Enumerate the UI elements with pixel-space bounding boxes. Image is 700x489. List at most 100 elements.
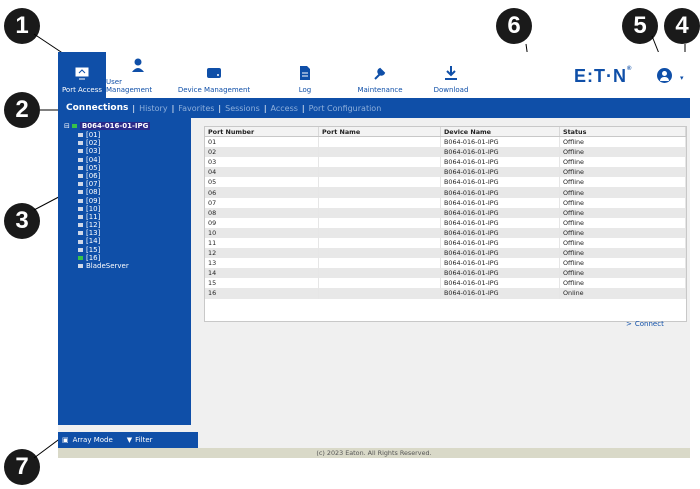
port-icon [78,239,83,244]
cell-port-number: 12 [205,248,319,259]
tree-port-item[interactable]: [07] [78,180,129,188]
cell-device-name: B064-016-01-IPG [440,136,560,148]
tree-port-item[interactable]: [05] [78,164,129,172]
sidebar-vertical-scrollbar[interactable] [191,118,198,426]
tab-port-configuration[interactable]: Port Configuration [309,104,382,113]
logo-reg: ® [627,66,633,72]
table-row[interactable]: 02 B064-016-01-IPG Offline [205,147,686,158]
tree-port-item[interactable]: [16] [78,254,129,262]
cell-status: Offline [559,187,686,198]
nav-label: Device Management [177,86,251,94]
table-row[interactable]: 06 B064-016-01-IPG Offline [205,187,686,198]
user-account-icon[interactable] [657,68,672,83]
header-device-name[interactable]: Device Name [440,127,560,137]
port-icon [78,214,83,219]
tree-port-item[interactable]: [03] [78,147,129,155]
table-row[interactable]: 03 B064-016-01-IPG Offline [205,157,686,168]
tree-port-label: [16] [86,253,101,262]
nav-log[interactable]: Log [280,52,330,98]
table-row[interactable]: 01 B064-016-01-IPG Offline [205,136,686,148]
cell-status: Offline [559,157,686,168]
tree-port-item[interactable]: [09] [78,197,129,205]
tree-port-label: [07] [86,180,101,189]
nav-port-access[interactable]: Port Access [58,52,106,98]
nav-label: User Management [106,78,153,94]
tree-port-item[interactable]: [06] [78,172,129,180]
tree-port-item[interactable]: [04] [78,156,129,164]
cell-port-name [318,258,441,269]
array-mode-button[interactable]: ▣ Array Mode [62,436,113,444]
cell-port-number: 13 [205,258,319,269]
cell-port-name [318,227,441,238]
port-icon [78,223,83,228]
collapse-icon[interactable]: ⊟ [64,122,70,130]
tab-separator: | [171,103,175,113]
table-row[interactable]: 11 B064-016-01-IPG Offline [205,237,686,249]
sidebar-horizontal-scrollbar[interactable] [58,425,198,432]
table-row[interactable]: 15 B064-016-01-IPG Offline [205,278,686,289]
tree-port-label: [04] [86,155,101,164]
chevron-down-icon[interactable]: ▾ [680,74,684,82]
port-icon [78,157,83,162]
tree-port-label: [02] [86,139,101,148]
header-port-name[interactable]: Port Name [318,127,441,137]
log-icon [300,66,310,80]
connect-button[interactable]: > Connect [626,320,664,328]
table-row[interactable]: 13 B064-016-01-IPG Offline [205,258,686,269]
nav-label: Maintenance [357,86,403,94]
tab-connections[interactable]: Connections [66,103,128,113]
tree-port-item[interactable]: [10] [78,205,129,213]
tab-history[interactable]: History [139,104,167,113]
tab-sessions[interactable]: Sessions [225,104,260,113]
nav-maintenance[interactable]: Maintenance [348,52,412,98]
connect-icon: > [626,320,632,328]
header-port-number[interactable]: Port Number [205,127,319,137]
port-access-icon [74,66,90,80]
table-row[interactable]: 09 B064-016-01-IPG Offline [205,217,686,228]
table-row[interactable]: 08 B064-016-01-IPG Offline [205,207,686,218]
device-icon [207,68,221,78]
header-status[interactable]: Status [559,127,686,137]
tree-port-item[interactable]: [02] [78,139,129,147]
table-row[interactable]: 05 B064-016-01-IPG Offline [205,177,686,188]
filter-button[interactable]: ▼ Filter [127,436,153,444]
cell-device-name: B064-016-01-IPG [440,288,560,299]
tree-root-label[interactable]: B064-016-01-IPG [79,122,151,130]
table-header-row: Port Number Port Name Device Name Status [205,127,686,137]
tree-blade-server-item[interactable]: BladeServer [78,262,129,270]
cell-port-number: 14 [205,268,319,279]
cell-device-name: B064-016-01-IPG [440,177,560,188]
cell-status: Offline [559,177,686,188]
cell-port-number: 02 [205,147,319,158]
table-row[interactable]: 14 B064-016-01-IPG Offline [205,268,686,279]
tree-port-item[interactable]: [01] [78,131,129,139]
port-icon [78,247,83,252]
cell-port-number: 11 [205,237,319,249]
table-row[interactable]: 16 B064-016-01-IPG Online [205,288,686,299]
nav-device-management[interactable]: Device Management [170,52,258,98]
table-row[interactable]: 12 B064-016-01-IPG Offline [205,248,686,259]
cell-device-name: B064-016-01-IPG [440,278,560,289]
tree-port-item[interactable]: [15] [78,246,129,254]
cell-port-number: 05 [205,177,319,188]
tree-port-item[interactable]: [12] [78,221,129,229]
tab-access[interactable]: Access [271,104,298,113]
device-node-icon [71,124,77,128]
table-row[interactable]: 07 B064-016-01-IPG Offline [205,197,686,208]
tab-favorites[interactable]: Favorites [178,104,214,113]
cell-status: Offline [559,167,686,178]
filter-label: Filter [135,436,153,444]
nav-user-management[interactable]: User Management [106,52,170,98]
tree-port-item[interactable]: [11] [78,213,129,221]
tree-port-item[interactable]: [13] [78,229,129,237]
cell-port-name [318,207,441,218]
nav-download[interactable]: Download [422,52,480,98]
tree-port-label: [06] [86,171,101,180]
cell-port-name [318,268,441,279]
tree-blade-server-label: BladeServer [86,262,129,270]
tree-port-item[interactable]: [08] [78,188,129,196]
tree-port-item[interactable]: [14] [78,237,129,245]
tree-root[interactable]: ⊟ B064-016-01-IPG [64,122,151,130]
table-row[interactable]: 10 B064-016-01-IPG Offline [205,227,686,238]
table-row[interactable]: 04 B064-016-01-IPG Offline [205,167,686,178]
